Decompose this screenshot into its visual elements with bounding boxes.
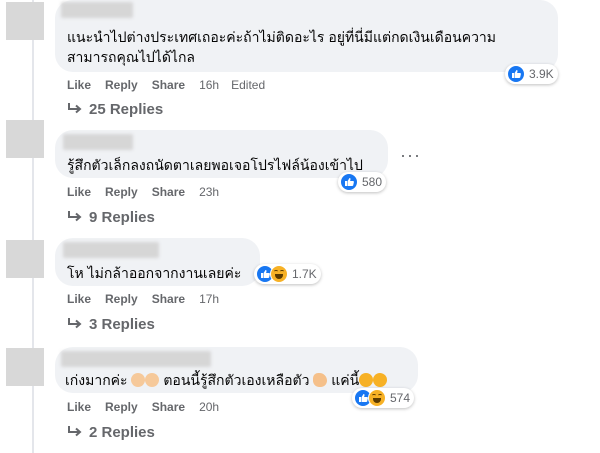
reaction-summary[interactable]: 1.7K [254,264,321,284]
replies-label: 25 Replies [89,100,164,118]
reaction-count: 580 [362,175,383,189]
author-name[interactable] [63,242,159,258]
reply-button[interactable]: Reply [105,291,138,307]
avatar[interactable] [6,2,44,40]
view-replies-button[interactable]: 2 Replies [67,422,155,442]
reply-arrow-icon [68,426,82,437]
reply-button[interactable]: Reply [105,77,138,93]
share-button[interactable]: Share [152,77,185,93]
comment-text: รู้สึกตัวเล็กลงถนัดตาเลยพอเจอโปรไฟล์น้อง… [67,157,363,173]
share-button[interactable]: Share [152,291,185,307]
reply-button[interactable]: Reply [105,184,138,200]
comment-actions: Like Reply Share 23h [67,184,233,200]
comment-text-part: เก่งมากค่ะ [65,372,128,388]
reply-button[interactable]: Reply [105,399,138,415]
like-button[interactable]: Like [67,184,91,200]
avatar[interactable] [6,120,44,158]
like-button[interactable]: Like [67,291,91,307]
avatar[interactable] [6,240,44,278]
reaction-count: 3.9K [529,67,554,81]
timestamp[interactable]: 17h [199,291,219,307]
thumbs-up-icon [507,65,525,83]
laughing-face-icon [373,373,388,387]
comment-bubble: แนะนำไปต่างประเทศเถอะค่ะถ้าไม่ติดอะไร อย… [55,0,558,72]
like-button[interactable]: Like [67,77,91,93]
comment-actions: Like Reply Share 16h Edited [67,77,279,93]
edited-label: Edited [231,78,266,92]
share-button[interactable]: Share [152,399,185,415]
share-button[interactable]: Share [152,184,185,200]
more-options-icon[interactable]: ··· [400,146,421,164]
laughing-face-icon [359,373,374,387]
author-name[interactable] [61,2,133,18]
laughing-face-icon [270,265,288,283]
view-replies-button[interactable]: 25 Replies [67,99,163,119]
comment-bubble: รู้สึกตัวเล็กลงถนัดตาเลยพอเจอโปรไฟล์น้อง… [55,130,388,178]
author-name[interactable] [63,134,133,150]
comment-bubble: เก่งมากค่ะ ตอนนี้รู้สึกตัวเองเหลือตัว แค… [55,347,418,393]
replies-label: 2 Replies [89,423,155,441]
comment-text: โห ไม่กล้าออกจากงานเลยค่ะ [67,265,242,281]
comment-text-part: แค่นี้ [331,372,360,388]
comment-text: แนะนำไปต่างประเทศเถอะค่ะถ้าไม่ติดอะไร อย… [67,29,497,45]
comment-text-part: ตอนนี้รู้สึกตัวเองเหลือตัว [163,372,310,388]
timestamp[interactable]: 23h [199,184,219,200]
view-replies-button[interactable]: 9 Replies [67,207,155,227]
view-replies-button[interactable]: 3 Replies [67,314,155,334]
like-button[interactable]: Like [67,399,91,415]
ok-hand-icon [313,373,328,387]
reaction-summary[interactable]: 574 [352,388,415,408]
reaction-count: 574 [390,391,411,405]
timestamp[interactable]: 16h [199,77,219,93]
reaction-count: 1.7K [292,267,317,281]
replies-label: 9 Replies [89,208,155,226]
comment-actions: Like Reply Share 20h [67,399,233,415]
clapping-hands-icon [145,373,160,387]
reply-arrow-icon [68,103,82,114]
reaction-summary[interactable]: 580 [338,172,387,192]
thumbs-up-icon [340,173,358,191]
reaction-summary[interactable]: 3.9K [505,64,558,84]
comment-text: สามารถคุณไปได้ไกล [67,49,196,65]
comment-actions: Like Reply Share 17h [67,291,233,307]
reply-arrow-icon [68,318,82,329]
timestamp[interactable]: 20h [199,399,219,415]
avatar[interactable] [6,348,44,386]
clapping-hands-icon [131,373,146,387]
comment-bubble: โห ไม่กล้าออกจากงานเลยค่ะ [55,238,260,286]
comment-text: เก่งมากค่ะ ตอนนี้รู้สึกตัวเองเหลือตัว แค… [65,369,388,391]
author-name[interactable] [61,351,211,367]
replies-label: 3 Replies [89,315,155,333]
reply-arrow-icon [68,211,82,222]
laughing-face-icon [368,389,386,407]
